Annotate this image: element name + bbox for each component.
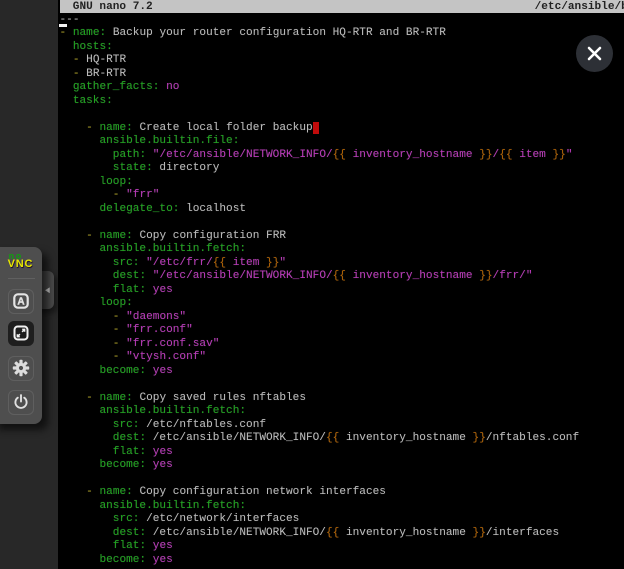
svg-text:A: A	[18, 297, 25, 308]
